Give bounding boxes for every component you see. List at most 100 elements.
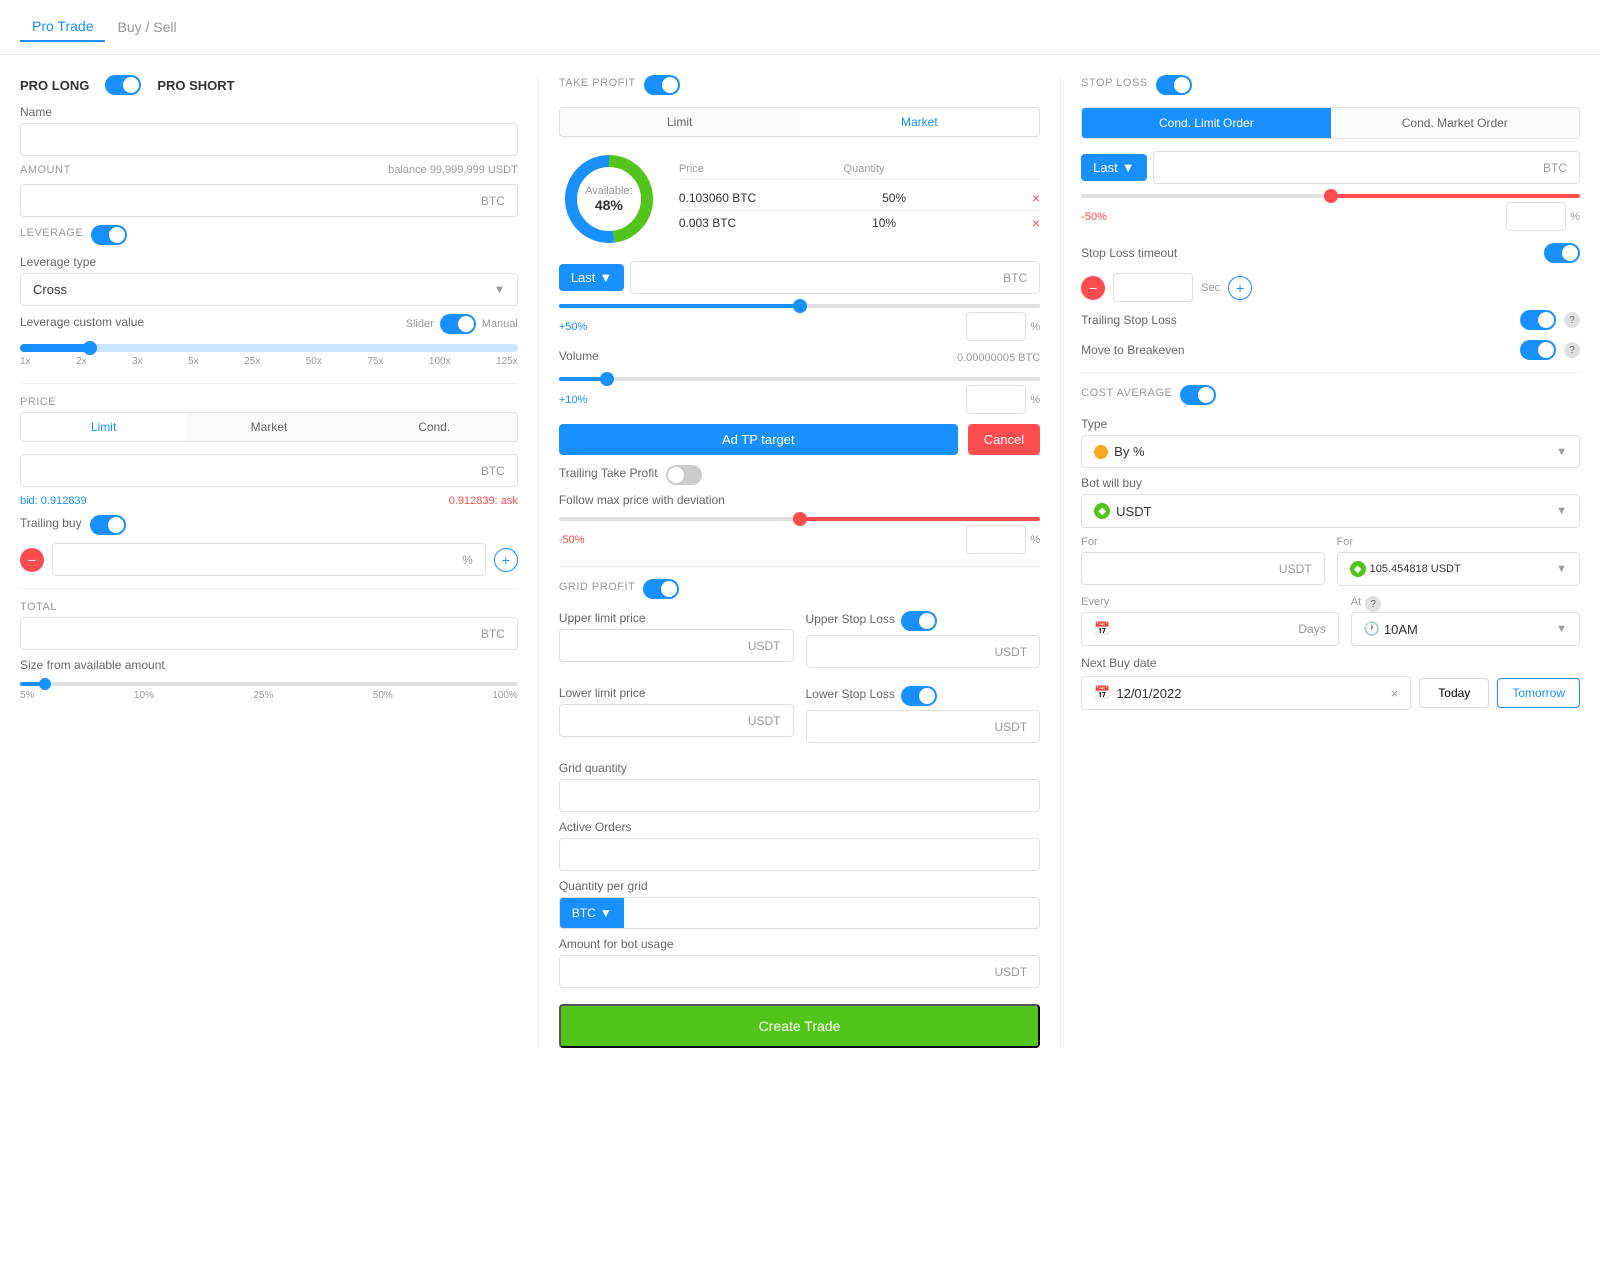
- price-input[interactable]: 0.00000: [33, 463, 481, 478]
- trailing-input[interactable]: 1: [65, 552, 462, 567]
- lower-limit-input[interactable]: 18476.244: [572, 713, 748, 728]
- today-btn[interactable]: Today: [1419, 678, 1489, 708]
- volume-slider-track[interactable]: [559, 377, 1040, 381]
- qty-per-grid-btn[interactable]: BTC ▼: [560, 898, 624, 928]
- timeout-input[interactable]: 200: [1113, 273, 1193, 302]
- tp-slider1-fill: [559, 304, 800, 308]
- upper-sl-input[interactable]: 52178.28: [819, 644, 995, 659]
- leverage-type-select[interactable]: Cross ▼: [20, 273, 518, 306]
- volume-slider-thumb[interactable]: [600, 372, 614, 386]
- trailing-sl-info-icon[interactable]: ?: [1564, 312, 1580, 328]
- for1-input[interactable]: 100: [1094, 561, 1279, 576]
- size-slider-track[interactable]: [20, 682, 518, 686]
- slider-toggle[interactable]: [440, 314, 476, 334]
- tp-last-currency: BTC: [1003, 271, 1027, 285]
- price-tab-cond[interactable]: Cond.: [352, 413, 517, 441]
- size-slider-thumb[interactable]: [39, 678, 51, 690]
- every-wrap: Every 📅 7 Days: [1081, 596, 1339, 646]
- pro-long-short-row: PRO LONG PRO SHORT: [20, 75, 518, 95]
- take-profit-toggle[interactable]: [644, 75, 680, 95]
- donut-available-text: Available:: [585, 185, 633, 197]
- upper-sl-toggle[interactable]: [901, 611, 937, 631]
- donut-area: Available: 48% Price Quantity 0.103060 B…: [559, 149, 1040, 249]
- trailing-tp-toggle[interactable]: [666, 465, 702, 485]
- lev-mark-25x: 25x: [244, 356, 260, 367]
- type-select[interactable]: By % ▼: [1081, 435, 1580, 468]
- upper-limit-row: Upper limit price 47434.8 USDT Upper Sto…: [559, 611, 1040, 676]
- timeout-minus-btn[interactable]: −: [1081, 276, 1105, 300]
- deviation-slider-thumb[interactable]: [793, 512, 807, 526]
- move-breakeven-toggle[interactable]: [1520, 340, 1556, 360]
- upper-limit-currency: USDT: [748, 639, 781, 653]
- upper-limit-label: Upper limit price: [559, 611, 794, 625]
- tp-slider1-thumb[interactable]: [793, 299, 807, 313]
- grid-qty-input[interactable]: 201: [559, 779, 1040, 812]
- amount-input[interactable]: 0.00000: [33, 193, 481, 208]
- tp-last-btn[interactable]: Last ▼: [559, 264, 624, 291]
- price-tab-limit[interactable]: Limit: [21, 413, 186, 441]
- price-tab-market[interactable]: Market: [186, 413, 351, 441]
- sl-slider-track[interactable]: [1081, 194, 1580, 198]
- sl-timeout-toggle[interactable]: [1544, 243, 1580, 263]
- for2-select[interactable]: ◆ 105.454818 USDT ▼: [1337, 552, 1580, 586]
- bot-currency-value: USDT: [1116, 504, 1151, 519]
- leverage-slider-thumb[interactable]: [83, 341, 97, 355]
- tab-pro-trade[interactable]: Pro Trade: [20, 12, 105, 42]
- breakeven-info-icon[interactable]: ?: [1564, 342, 1580, 358]
- deviation-slider-fill: [800, 517, 1041, 521]
- tp-tab-limit[interactable]: Limit: [560, 108, 800, 136]
- bot-currency-select[interactable]: ◆ USDT ▼: [1081, 494, 1580, 528]
- at-select[interactable]: 🕐 10AM ▼: [1351, 612, 1580, 646]
- lev-mark-75x: 75x: [367, 356, 383, 367]
- grid-profit-toggle[interactable]: [643, 579, 679, 599]
- timeout-plus-btn[interactable]: +: [1228, 276, 1252, 300]
- sl-tab-market[interactable]: Cond. Market Order: [1331, 108, 1579, 138]
- deviation-slider-track[interactable]: [559, 517, 1040, 521]
- lower-sl-input[interactable]: 16628.6196: [819, 719, 995, 734]
- qty-per-grid-label: Quantity per grid: [559, 879, 1040, 893]
- tp-tab-market[interactable]: Market: [800, 108, 1040, 136]
- create-trade-btn[interactable]: Create Trade: [559, 1004, 1040, 1048]
- at-info-icon[interactable]: ?: [1365, 596, 1381, 612]
- upper-limit-input[interactable]: 47434.8: [572, 638, 748, 653]
- tp-last-input[interactable]: 0.00000: [643, 270, 1003, 285]
- tp-last-chevron: ▼: [599, 270, 612, 285]
- total-input[interactable]: 0.00000: [33, 626, 481, 641]
- sl-last-input[interactable]: 0.00000: [1166, 160, 1543, 175]
- sl-tab-limit[interactable]: Cond. Limit Order: [1082, 108, 1330, 138]
- leverage-slider-container: 1x 2x 3x 5x 25x 50x 75x 100x 125x: [20, 344, 518, 367]
- donut-pct: 48%: [585, 197, 633, 213]
- volume-input[interactable]: 10: [966, 385, 1026, 414]
- lower-sl-toggle[interactable]: [901, 686, 937, 706]
- active-orders-input[interactable]: 201: [559, 838, 1040, 871]
- tp-slider1-pct-label: +50%: [559, 321, 587, 333]
- cancel-btn[interactable]: Cancel: [968, 424, 1040, 455]
- cost-average-label: COST AVERAGE: [1081, 387, 1172, 399]
- trailing-plus-btn[interactable]: +: [494, 548, 518, 572]
- trailing-minus-btn[interactable]: −: [20, 548, 44, 572]
- deviation-input[interactable]: -50: [966, 525, 1026, 554]
- stop-loss-toggle[interactable]: [1156, 75, 1192, 95]
- size-5pct: 5%: [20, 690, 34, 701]
- tab-buy-sell[interactable]: Buy / Sell: [105, 13, 188, 41]
- tp-slider1-track[interactable]: [559, 304, 1040, 308]
- add-tp-btn[interactable]: Ad TP target: [559, 424, 958, 455]
- next-buy-clear-icon[interactable]: ×: [1391, 686, 1399, 701]
- tp-row1-remove-icon[interactable]: ×: [1032, 190, 1040, 206]
- pro-long-toggle[interactable]: [105, 75, 141, 95]
- sl-pct-input[interactable]: -50: [1506, 202, 1566, 231]
- trailing-sl-toggle[interactable]: [1520, 310, 1556, 330]
- sl-slider-thumb[interactable]: [1324, 189, 1338, 203]
- leverage-toggle[interactable]: [91, 225, 127, 245]
- name-input[interactable]: My Grid Bot: [33, 132, 505, 147]
- tp-row2-remove-icon[interactable]: ×: [1032, 215, 1040, 231]
- type-chevron-icon: ▼: [1556, 446, 1567, 458]
- every-input[interactable]: 7: [1116, 622, 1292, 637]
- trailing-buy-toggle[interactable]: [90, 515, 126, 535]
- tp-slider1-input[interactable]: 50: [966, 312, 1026, 341]
- cost-average-toggle[interactable]: [1180, 385, 1216, 405]
- sl-last-btn[interactable]: Last ▼: [1081, 154, 1146, 181]
- upper-limit-input-wrap: 47434.8 USDT: [559, 629, 794, 662]
- amount-usage-input[interactable]: 0.04105832: [572, 964, 995, 979]
- tomorrow-btn[interactable]: Tomorrow: [1497, 678, 1580, 708]
